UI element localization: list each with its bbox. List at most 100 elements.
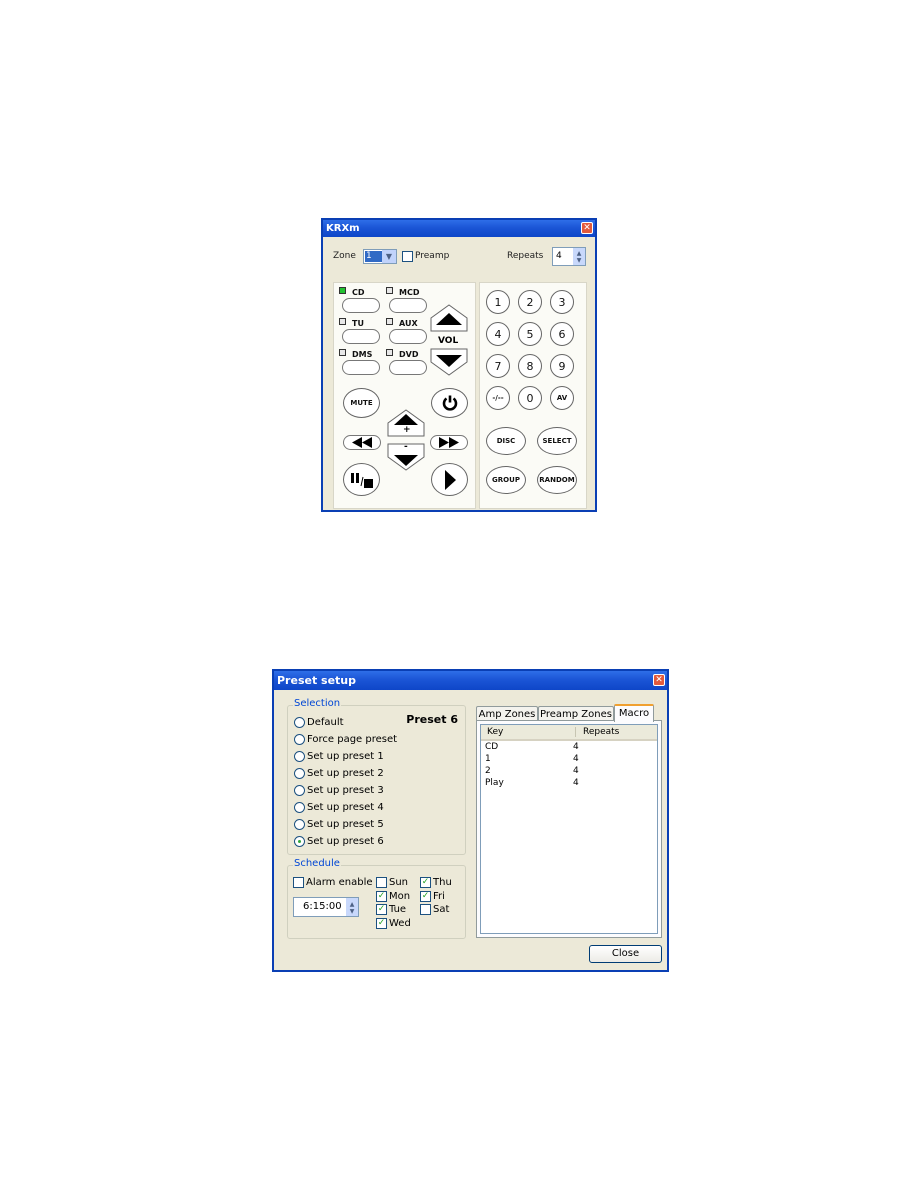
close-icon[interactable]: ✕: [653, 674, 665, 686]
tab-preamp-zones[interactable]: Preamp Zones: [538, 706, 614, 721]
checkmark-icon[interactable]: ✓: [376, 917, 387, 929]
play-button[interactable]: [431, 463, 468, 496]
vol-up-button[interactable]: [430, 304, 468, 332]
krxm-title: KRXm: [326, 223, 360, 234]
day-checkbox-fri[interactable]: ✓ Fri: [420, 890, 445, 903]
vol-down-button[interactable]: [430, 348, 468, 376]
source-button-dms[interactable]: [342, 360, 380, 375]
day-checkbox-sun[interactable]: Sun: [376, 876, 408, 889]
group-button[interactable]: GROUP: [486, 466, 526, 494]
pause-stop-button[interactable]: [343, 463, 380, 496]
tab-amp-zones[interactable]: Amp Zones: [476, 706, 538, 721]
source-button-cd[interactable]: [342, 298, 380, 313]
radio-button[interactable]: [294, 835, 305, 847]
checkbox-box[interactable]: [376, 877, 387, 888]
power-button[interactable]: [431, 388, 468, 418]
triangle-down-icon: [430, 348, 468, 376]
zone-select[interactable]: 1 ▼: [363, 249, 397, 264]
day-checkbox-thu[interactable]: ✓ Thu: [420, 876, 452, 889]
keypad-button[interactable]: 4: [486, 322, 510, 346]
tab-macro[interactable]: Macro: [614, 704, 654, 722]
triangle-up-icon: [430, 304, 468, 332]
function-label: RANDOM: [539, 476, 575, 484]
checkmark-icon[interactable]: ✓: [420, 890, 431, 902]
radio-option[interactable]: Set up preset 2: [294, 766, 384, 780]
column-header-repeats[interactable]: Repeats: [583, 725, 619, 739]
day-label: Sat: [433, 904, 450, 915]
radio-option[interactable]: Set up preset 1: [294, 749, 384, 763]
radio-option[interactable]: Set up preset 3: [294, 783, 384, 797]
checkmark-icon[interactable]: ✓: [420, 877, 431, 888]
keypad-button[interactable]: AV: [550, 386, 574, 410]
day-label: Fri: [433, 890, 445, 902]
keypad-label: 9: [558, 359, 566, 373]
source-button-dvd[interactable]: [389, 360, 427, 375]
checkbox-box[interactable]: [420, 904, 431, 915]
preamp-checkbox[interactable]: [402, 251, 413, 262]
day-checkbox-sat[interactable]: Sat: [420, 903, 449, 916]
radio-option[interactable]: Default: [294, 715, 344, 729]
close-button[interactable]: Close: [589, 945, 662, 963]
keypad-button[interactable]: 6: [550, 322, 574, 346]
krxm-title-bar[interactable]: KRXm ✕: [323, 220, 595, 237]
keypad-button[interactable]: 8: [518, 354, 542, 378]
keypad-button[interactable]: 0: [518, 386, 542, 410]
source-button-aux[interactable]: [389, 329, 427, 344]
day-checkbox-mon[interactable]: ✓ Mon: [376, 890, 410, 903]
repeats-spinner[interactable]: 4 ▲ ▼: [552, 247, 586, 266]
zone-value: 1: [365, 251, 382, 262]
fast-forward-button[interactable]: [430, 435, 468, 450]
day-checkbox-wed[interactable]: ✓ Wed: [376, 917, 411, 930]
alarm-enable-label: Alarm enable: [306, 877, 373, 888]
checkmark-icon[interactable]: ✓: [376, 904, 387, 915]
random-button[interactable]: RANDOM: [537, 466, 577, 494]
spin-arrows-icon[interactable]: ▲ ▼: [573, 248, 585, 265]
keypad-button[interactable]: -/--: [486, 386, 510, 410]
source-label: DVD: [399, 350, 419, 359]
column-header-key[interactable]: Key: [487, 725, 503, 739]
close-icon[interactable]: ✕: [581, 222, 593, 234]
day-checkbox-tue[interactable]: ✓ Tue: [376, 903, 406, 916]
radio-button[interactable]: [294, 716, 305, 728]
macro-list[interactable]: Key Repeats CD 4 1 4 2 4 Play 4: [480, 724, 658, 934]
list-item[interactable]: 24: [481, 765, 657, 777]
select-button[interactable]: SELECT: [537, 427, 577, 455]
keypad-panel: 1 2 3 4 5 6 7 8 9 -/-- 0 AV DISC SELECT GROUP RANDOM: [479, 282, 587, 509]
radio-option[interactable]: Set up preset 5: [294, 817, 384, 831]
time-spinner[interactable]: 6:15:00 ▲ ▼: [293, 897, 359, 917]
keypad-button[interactable]: 1: [486, 290, 510, 314]
preset-title: Preset setup: [277, 674, 357, 687]
list-item[interactable]: CD 4: [481, 741, 657, 753]
schedule-group-title: Schedule: [293, 858, 341, 869]
radio-button[interactable]: [294, 818, 305, 830]
keypad-button[interactable]: 7: [486, 354, 510, 378]
preset-title-bar[interactable]: Preset setup ✕: [274, 671, 667, 690]
radio-button[interactable]: [294, 801, 305, 813]
radio-option[interactable]: Set up preset 4: [294, 800, 384, 814]
radio-button[interactable]: [294, 784, 305, 796]
rewind-button[interactable]: [343, 435, 381, 450]
radio-button[interactable]: [294, 733, 305, 745]
source-label: DMS: [352, 350, 373, 359]
list-item[interactable]: 14: [481, 753, 657, 765]
radio-button[interactable]: [294, 750, 305, 762]
source-button-mcd[interactable]: [389, 298, 427, 313]
disc-button[interactable]: DISC: [486, 427, 526, 455]
mute-button[interactable]: MUTE: [343, 388, 380, 418]
radio-option[interactable]: Set up preset 6: [294, 834, 384, 848]
list-item[interactable]: Play 4: [481, 777, 657, 789]
chevron-down-icon[interactable]: ▼: [382, 250, 396, 263]
checkmark-icon[interactable]: ✓: [376, 890, 387, 902]
checkbox-box[interactable]: [293, 877, 304, 888]
keypad-button[interactable]: 3: [550, 290, 574, 314]
column-divider[interactable]: [575, 727, 576, 737]
keypad-button[interactable]: 5: [518, 322, 542, 346]
radio-option[interactable]: Force page preset: [294, 732, 397, 746]
spin-arrows-icon[interactable]: ▲ ▼: [346, 898, 358, 916]
keypad-button[interactable]: 9: [550, 354, 574, 378]
source-button-tu[interactable]: [342, 329, 380, 344]
keypad-button[interactable]: 2: [518, 290, 542, 314]
alarm-enable-checkbox[interactable]: Alarm enable: [293, 876, 373, 889]
radio-button[interactable]: [294, 767, 305, 779]
selection-group-title: Selection: [293, 698, 342, 709]
